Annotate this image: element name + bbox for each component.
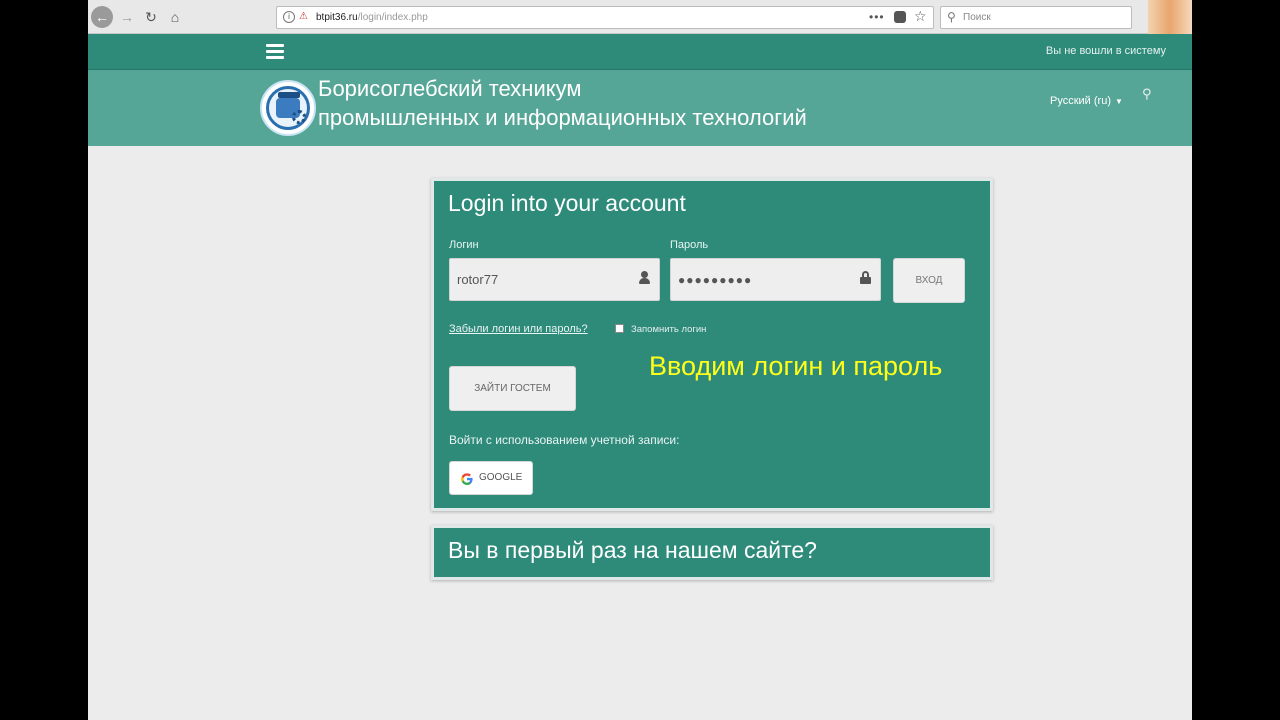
guest-login-button[interactable]: зайти гостем	[449, 366, 576, 411]
google-button-label: Google	[479, 472, 523, 483]
site-name[interactable]: Борисоглебский техникум промышленных и и…	[318, 74, 807, 132]
forgot-password-link[interactable]: Забыли логин или пароль?	[449, 323, 588, 335]
language-label: Русский (ru)	[1050, 95, 1111, 107]
address-bar[interactable]: i ⚠ btpit36.ru/login/index.php ••• ☆	[276, 6, 934, 29]
username-input[interactable]: rotor77	[449, 258, 660, 301]
username-value: rotor77	[457, 272, 499, 287]
password-label: Пароль	[670, 239, 709, 251]
url-path: /login/index.php	[357, 12, 428, 23]
language-select[interactable]: Русский (ru) ▼	[1050, 95, 1123, 107]
more-actions-icon[interactable]: •••	[869, 10, 885, 24]
menu-hamburger-icon[interactable]	[266, 44, 284, 59]
lock-icon	[860, 271, 871, 284]
google-icon	[461, 473, 473, 485]
home-button[interactable]: ⌂	[164, 6, 186, 28]
video-overlay-caption: Вводим логин и пароль	[649, 351, 943, 381]
signup-panel[interactable]: Вы в первый раз на нашем сайте?	[431, 525, 993, 580]
login-panel: Login into your account Логин Пароль rot…	[431, 178, 993, 511]
forward-button[interactable]: →	[116, 6, 138, 28]
remember-username-label[interactable]: Запомнить логин	[631, 324, 706, 335]
browser-toolbar: ← → ↻ ⌂ i ⚠ btpit36.ru/login/index.php •…	[88, 0, 1192, 34]
login-status-text: Вы не вошли в систему	[1045, 45, 1166, 57]
site-name-line2: промышленных и информационных технологий	[318, 105, 807, 130]
site-search-icon[interactable]: ⚲	[1142, 86, 1152, 102]
bookmark-star-icon[interactable]: ☆	[914, 8, 927, 25]
username-label: Логин	[449, 239, 479, 251]
college-logo[interactable]	[260, 80, 316, 136]
caret-down-icon: ▼	[1114, 97, 1123, 106]
browser-window: ← → ↻ ⌂ i ⚠ btpit36.ru/login/index.php •…	[88, 0, 1192, 720]
password-input[interactable]: ●●●●●●●●●	[670, 258, 881, 301]
browser-search-input[interactable]: ⚲ Поиск	[940, 6, 1132, 29]
oauth-label: Войти с использованием учетной записи:	[449, 433, 680, 447]
user-icon	[639, 271, 650, 284]
pocket-icon[interactable]	[894, 11, 906, 23]
reload-button[interactable]: ↻	[140, 6, 162, 28]
login-title: Login into your account	[448, 190, 686, 216]
remember-username-checkbox[interactable]	[615, 324, 624, 333]
login-button[interactable]: вход	[893, 258, 965, 303]
search-icon: ⚲	[947, 10, 956, 24]
url-text[interactable]: btpit36.ru/login/index.php	[316, 12, 428, 23]
site-brand-header: Борисоглебский техникум промышленных и и…	[88, 70, 1192, 146]
google-login-button[interactable]: Google	[449, 461, 533, 495]
site-top-navbar: Вы не вошли в систему	[88, 34, 1192, 70]
site-name-line1: Борисоглебский техникум	[318, 76, 582, 101]
search-placeholder: Поиск	[963, 12, 991, 23]
back-button[interactable]: ←	[91, 6, 113, 28]
insecure-lock-icon: ⚠	[299, 11, 308, 22]
browser-theme-decoration	[1148, 0, 1192, 34]
info-icon[interactable]: i	[283, 11, 295, 23]
signup-title: Вы в первый раз на нашем сайте?	[448, 537, 817, 563]
password-value: ●●●●●●●●●	[678, 273, 753, 287]
url-host: btpit36.ru	[316, 12, 358, 23]
